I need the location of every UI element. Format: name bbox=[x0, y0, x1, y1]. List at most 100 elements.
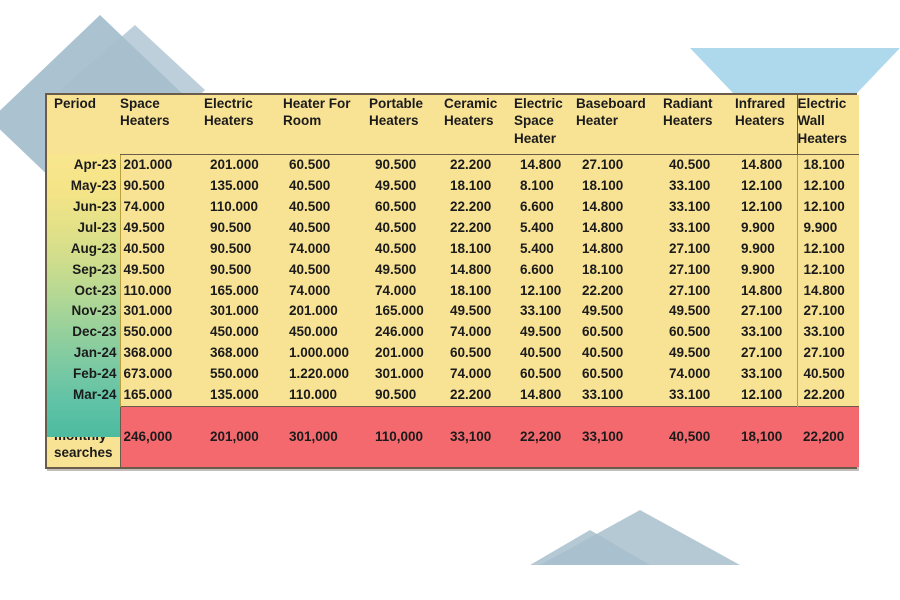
value-cell: 40.500 bbox=[520, 345, 562, 361]
period-cell: Jul-23 bbox=[47, 217, 121, 239]
value-cell: 12.100 bbox=[796, 259, 859, 281]
value-cell: 33.100 bbox=[741, 324, 783, 340]
value-cell: 33.100 bbox=[669, 387, 711, 403]
value-cell: 33.100 bbox=[741, 366, 783, 382]
value-cell: 49.500 bbox=[669, 345, 711, 361]
value-cell: 12.100 bbox=[796, 175, 859, 197]
header-baseboard-heater: Baseboard Heater bbox=[576, 95, 663, 155]
value-cell: 27.100 bbox=[796, 342, 859, 364]
period-label: Dec-23 bbox=[72, 324, 117, 340]
period-label: Mar-24 bbox=[72, 387, 117, 403]
value-cell: 49.500 bbox=[123, 219, 165, 235]
period-label: Jan-24 bbox=[73, 345, 117, 361]
table-row: Oct-23 110.000 165.000 74.000 74.000 18.100 12… bbox=[47, 280, 859, 301]
value-cell: 5.400 bbox=[520, 240, 554, 256]
value-cell: 12.100 bbox=[796, 238, 859, 260]
header-electric-space-heater: Electric Space Heater bbox=[514, 95, 576, 155]
value-cell: 74.000 bbox=[450, 366, 492, 382]
average-value-cell: 110,000 bbox=[369, 405, 444, 468]
table-header: Period Space Heaters Electric Heaters He… bbox=[47, 95, 859, 155]
average-value-cell: 22,200 bbox=[797, 405, 859, 468]
value-cell: 74.000 bbox=[669, 366, 711, 382]
period-label: Oct-23 bbox=[74, 282, 117, 298]
value-cell: 165.000 bbox=[123, 387, 173, 403]
period-cell: Apr-23 bbox=[47, 154, 121, 176]
value-cell: 49.500 bbox=[520, 324, 562, 340]
table-row: Sep-23 49.500 90.500 40.500 49.500 14.800 6.60… bbox=[47, 259, 859, 281]
value-cell: 22.200 bbox=[796, 384, 859, 407]
period-cell: Mar-24 bbox=[47, 384, 121, 407]
value-cell: 40.500 bbox=[289, 198, 331, 214]
value-cell: 12.100 bbox=[741, 177, 783, 193]
value-cell: 201.000 bbox=[289, 303, 338, 319]
value-cell: 40.500 bbox=[669, 157, 711, 172]
value-cell: 40.500 bbox=[375, 219, 417, 235]
period-label: Jun-23 bbox=[72, 198, 117, 214]
value-cell: 74.000 bbox=[375, 282, 417, 298]
value-cell: 246.000 bbox=[375, 324, 424, 340]
value-cell: 90.500 bbox=[123, 177, 165, 193]
table-body: Apr-23 201.000 201.000 60.500 90.500 22.200 14… bbox=[47, 154, 859, 468]
value-cell: 673.000 bbox=[123, 366, 173, 382]
period-cell: Jan-24 bbox=[47, 342, 121, 364]
value-cell: 368.000 bbox=[210, 345, 259, 361]
value-cell: 9.900 bbox=[796, 217, 859, 239]
value-cell: 60.500 bbox=[289, 157, 331, 172]
period-cell: Aug-23 bbox=[47, 238, 121, 260]
value-cell: 74.000 bbox=[289, 240, 331, 256]
header-radiant-heaters: Radiant Heaters bbox=[663, 95, 735, 155]
header-period: Period bbox=[47, 95, 120, 155]
value-cell: 18.100 bbox=[450, 240, 492, 256]
value-cell: 74.000 bbox=[123, 198, 165, 214]
value-cell: 301.000 bbox=[123, 303, 173, 319]
value-cell: 33.100 bbox=[520, 303, 562, 319]
period-cell: May-23 bbox=[47, 175, 121, 197]
value-cell: 90.500 bbox=[210, 261, 252, 277]
table-row: Jul-23 49.500 90.500 40.500 40.500 22.200 5.40… bbox=[47, 217, 859, 239]
triangle-bottom-small-icon bbox=[530, 530, 650, 565]
table-row: Jun-23 74.000 110.000 40.500 60.500 22.200 6.6… bbox=[47, 196, 859, 218]
value-cell: 33.100 bbox=[582, 387, 624, 403]
value-cell: 22.200 bbox=[450, 219, 492, 235]
value-cell: 550.000 bbox=[210, 366, 259, 382]
value-cell: 110.000 bbox=[123, 282, 172, 298]
value-cell: 22.200 bbox=[450, 157, 492, 172]
average-value-cell: 246,000 bbox=[120, 405, 204, 468]
period-label: Feb-24 bbox=[72, 366, 117, 382]
table-row: Jan-24 368.000 368.000 1.000.000 201.000 60.5… bbox=[47, 342, 859, 364]
value-cell: 14.800 bbox=[520, 387, 562, 403]
value-cell: 201.000 bbox=[123, 157, 173, 172]
table-row: Nov-23 301.000 301.000 201.000 165.000 49.500… bbox=[47, 300, 859, 322]
value-cell: 60.500 bbox=[582, 366, 624, 382]
value-cell: 60.500 bbox=[582, 324, 624, 340]
value-cell: 135.000 bbox=[210, 387, 259, 403]
value-cell: 18.100 bbox=[582, 261, 624, 277]
header-infrared-heaters: Infrared Heaters bbox=[735, 95, 797, 155]
value-cell: 22.200 bbox=[450, 387, 492, 403]
value-cell: 14.800 bbox=[741, 282, 783, 298]
value-cell: 33.100 bbox=[796, 321, 859, 343]
value-cell: 90.500 bbox=[375, 157, 417, 172]
average-row: Average monthly searches 246,000 201,000 30… bbox=[47, 405, 859, 468]
header-row: Period Space Heaters Electric Heaters He… bbox=[47, 95, 859, 155]
data-table: Period Space Heaters Electric Heaters He… bbox=[47, 95, 859, 468]
period-label: May-23 bbox=[70, 177, 117, 193]
value-cell: 33.100 bbox=[669, 198, 711, 214]
value-cell: 49.500 bbox=[450, 303, 492, 319]
header-heater-for-room: Heater For Room bbox=[283, 95, 369, 155]
value-cell: 1.220.000 bbox=[289, 366, 350, 382]
value-cell: 18.100 bbox=[450, 177, 492, 193]
period-cell: Jun-23 bbox=[47, 196, 121, 218]
value-cell: 135.000 bbox=[210, 177, 259, 193]
value-cell: 60.500 bbox=[669, 324, 711, 340]
value-cell: 60.500 bbox=[520, 366, 562, 382]
average-value-cell: 33,100 bbox=[576, 405, 663, 468]
value-cell: 27.100 bbox=[669, 240, 711, 256]
value-cell: 22.200 bbox=[450, 198, 492, 214]
value-cell: 165.000 bbox=[210, 282, 259, 298]
value-cell: 40.500 bbox=[796, 363, 859, 385]
value-cell: 9.900 bbox=[741, 261, 775, 277]
average-value-cell: 40,500 bbox=[663, 405, 735, 468]
period-cell: Nov-23 bbox=[47, 300, 121, 322]
value-cell: 201.000 bbox=[210, 157, 259, 172]
